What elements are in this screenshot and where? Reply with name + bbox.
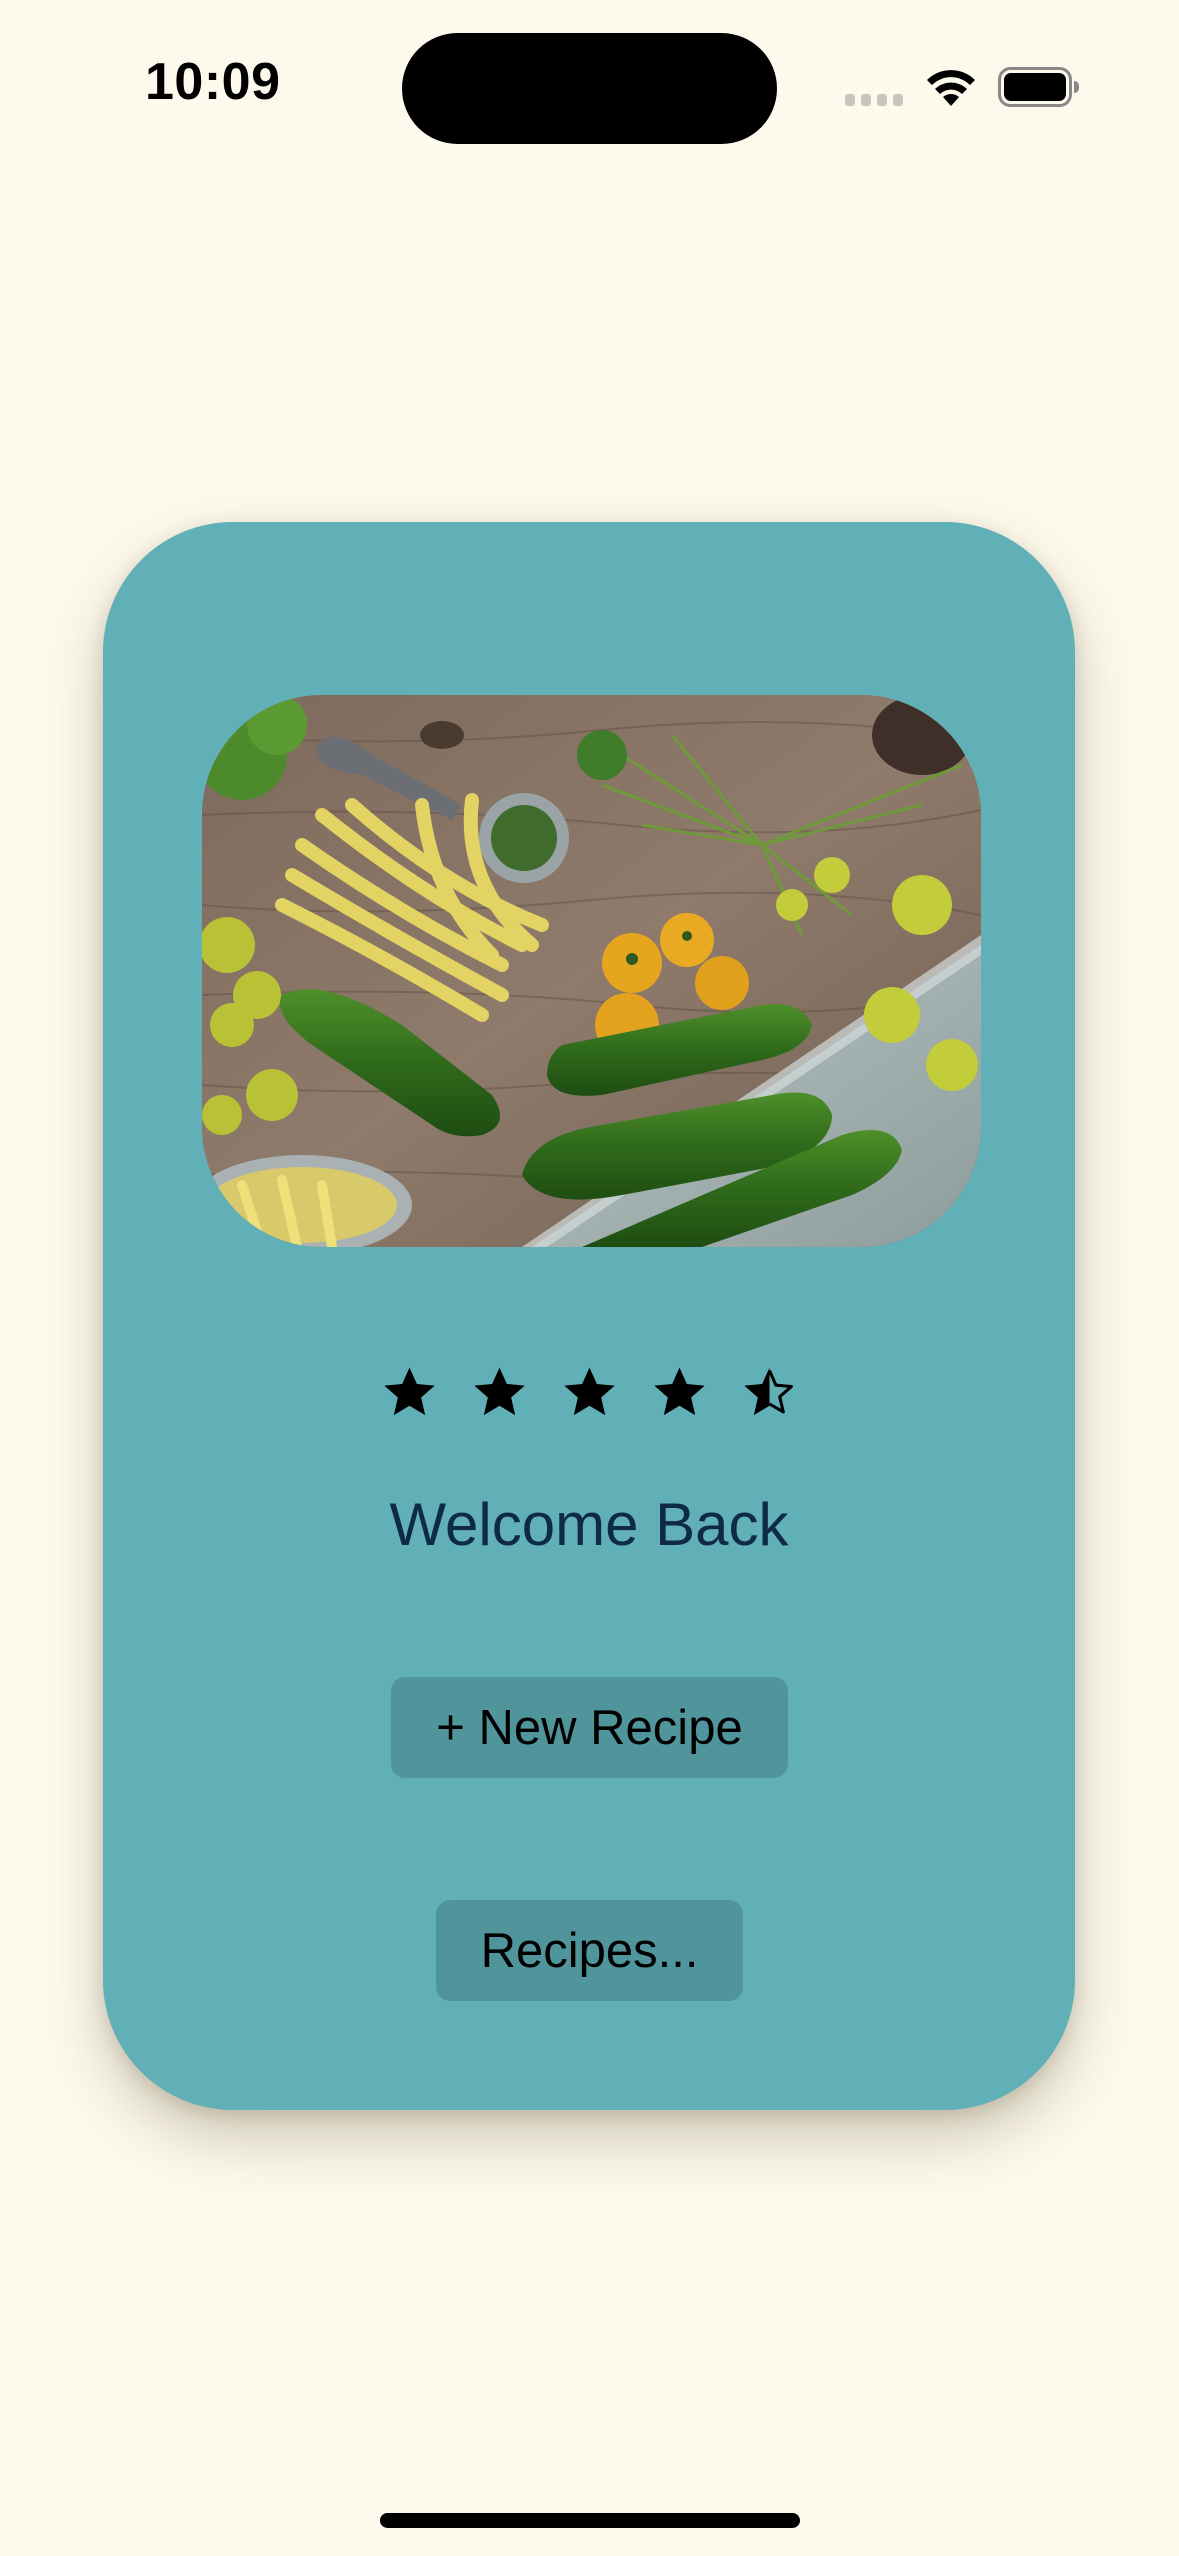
new-recipe-button[interactable]: + New Recipe	[391, 1677, 788, 1778]
star-filled-icon	[473, 1367, 525, 1416]
star-filled-icon	[383, 1367, 435, 1416]
star-rating	[103, 1364, 1075, 1421]
welcome-heading: Welcome Back	[389, 1491, 789, 1558]
star-filled-icon	[563, 1367, 615, 1416]
recipes-button-label: Recipes...	[480, 1923, 699, 1978]
dynamic-island	[402, 33, 777, 144]
welcome-card: Welcome Back + New Recipe Recipes...	[103, 522, 1075, 2110]
new-recipe-button-label: + New Recipe	[436, 1700, 743, 1755]
home-indicator[interactable]	[380, 2513, 800, 2528]
star-filled-icon	[653, 1367, 705, 1416]
cellular-signal-icon	[845, 94, 903, 106]
status-bar: 10:09	[0, 0, 1179, 150]
status-time: 10:09	[145, 53, 281, 111]
battery-icon	[998, 67, 1079, 107]
vegetables-hero-image	[202, 695, 981, 1247]
wifi-icon	[927, 70, 975, 106]
recipes-button[interactable]: Recipes...	[436, 1900, 743, 2001]
vegetables-photo	[202, 695, 981, 1247]
star-half-icon	[743, 1367, 793, 1416]
